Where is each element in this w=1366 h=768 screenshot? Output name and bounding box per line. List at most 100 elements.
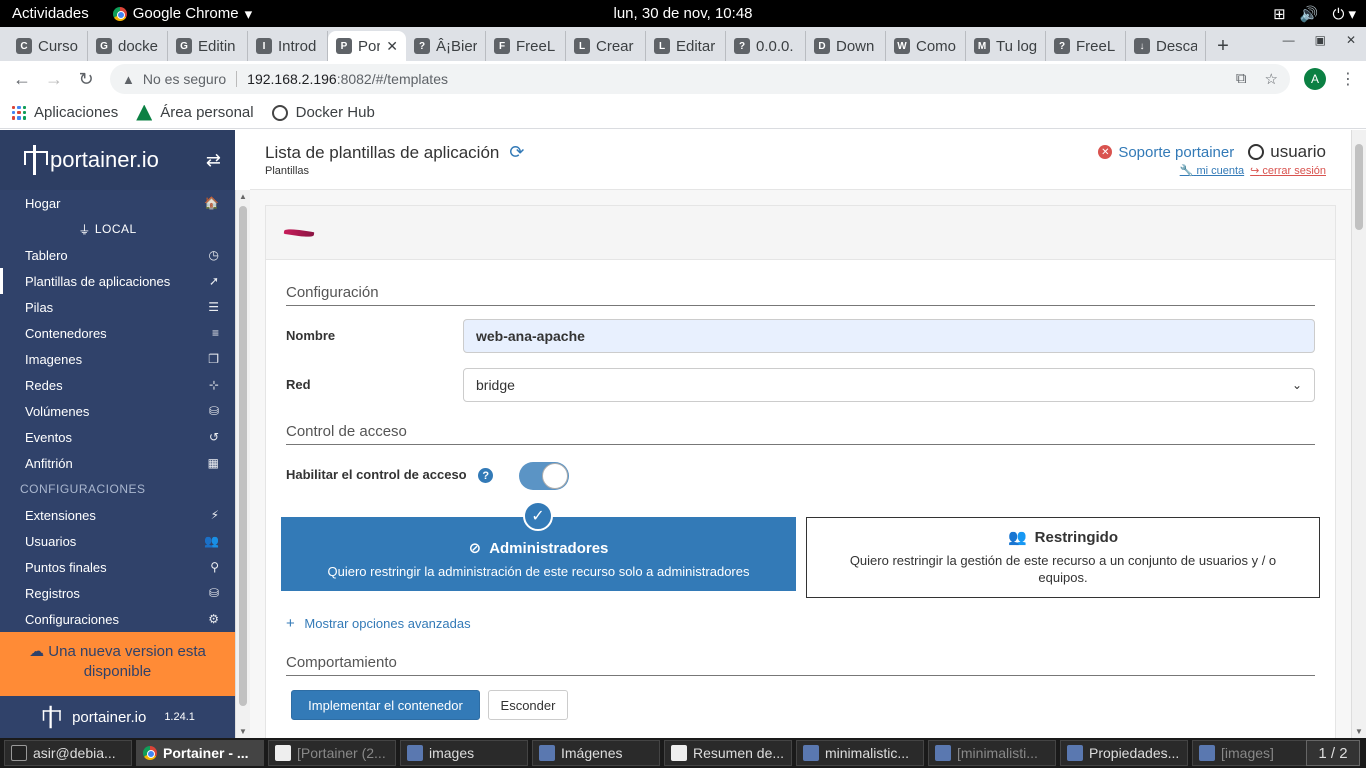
profile-avatar[interactable]: A <box>1304 68 1326 90</box>
refresh-icon[interactable]: ⟳ <box>509 142 524 163</box>
tab-favicon-icon: ? <box>414 38 430 54</box>
browser-tab[interactable]: ? 0.0.0. <box>726 31 806 61</box>
taskbar-item-label: minimalistic... <box>825 745 910 761</box>
sidebar-item-hogar[interactable]: Hogar 🏠 <box>0 190 235 216</box>
url-host: 192.168.2.196 <box>247 71 337 87</box>
browser-tab[interactable]: Gdocke <box>88 31 168 61</box>
tab-favicon-icon: ? <box>1054 38 1070 54</box>
deploy-container-button[interactable]: Implementar el contenedor <box>291 690 480 720</box>
my-account-link[interactable]: 🔧 mi cuenta <box>1180 164 1244 177</box>
network-select[interactable]: bridge ⌄ <box>463 368 1315 402</box>
sidebar-item-contenedores[interactable]: Contenedores ≡ <box>0 320 235 346</box>
browser-tab[interactable]: P Por ✕ <box>328 31 406 61</box>
tab-favicon-icon: ? <box>734 38 750 54</box>
toggle-sidebar-icon[interactable]: ⇄ <box>206 150 221 171</box>
restricted-option[interactable]: 👥 Restringido Quiero restringir la gesti… <box>806 517 1320 598</box>
bookmark-docker-hub[interactable]: Docker Hub <box>271 104 375 121</box>
pilas-icon: ☰ <box>208 300 219 314</box>
app-menu[interactable]: Google Chrome ▾ <box>112 5 252 23</box>
activities-button[interactable]: Actividades <box>12 5 89 22</box>
browser-tab[interactable]: L Editar <box>646 31 726 61</box>
sidebar-item-redes[interactable]: Redes ⊹ <box>0 372 235 398</box>
advanced-options-link[interactable]: + Mostrar opciones avanzadas <box>286 615 471 632</box>
restricted-option-title: Restringido <box>1034 528 1119 546</box>
bookmark-area-personal[interactable]: Área personal <box>136 104 254 121</box>
omnibox[interactable]: ▲ No es seguro 192.168.2.196 :8082/#/tem… <box>110 64 1290 94</box>
browser-tab[interactable]: F FreeL <box>486 31 566 61</box>
portainer-logo[interactable]: portainer.io <box>24 145 159 175</box>
hide-button[interactable]: Esconder <box>488 690 568 720</box>
close-icon[interactable]: ✕ <box>1346 33 1356 47</box>
sidebar-item-pilas[interactable]: Pilas ☰ <box>0 294 235 320</box>
minimize-icon[interactable]: — <box>1283 33 1295 47</box>
bookmarks-bar: Aplicaciones Área personal Docker Hub <box>0 97 1366 129</box>
taskbar-item[interactable]: minimalistic... <box>796 740 924 766</box>
portainer-logo-icon <box>24 145 48 175</box>
update-notice-text: Una nueva version esta disponible <box>48 643 206 680</box>
access-control-toggle[interactable] <box>519 462 569 490</box>
new-tab-button[interactable]: + <box>1206 31 1240 61</box>
browser-tab[interactable]: ↓ Desca <box>1126 31 1206 61</box>
scroll-down-icon[interactable]: ▼ <box>239 727 247 736</box>
scroll-down-icon[interactable]: ▼ <box>1355 727 1363 736</box>
scrollbar-thumb[interactable] <box>239 206 247 706</box>
forward-icon[interactable]: → <box>38 69 70 90</box>
imagenes-icon: ❐ <box>208 352 219 366</box>
taskbar-item[interactable]: asir@debia... <box>4 740 132 766</box>
taskbar-item[interactable]: Imágenes <box>532 740 660 766</box>
taskbar-item[interactable]: [images] <box>1192 740 1320 766</box>
maximize-icon[interactable]: ▣ <box>1315 33 1326 47</box>
sidebar-scrollbar[interactable]: ▲ ▼ <box>235 190 250 738</box>
browser-tab[interactable]: ? Â¡Bier <box>406 31 486 61</box>
workspace-pager[interactable]: 1 / 2 <box>1306 740 1360 766</box>
sidebar-item-tablero[interactable]: Tablero ◷ <box>0 242 235 268</box>
system-tray[interactable]: ⊞ 🔊 ⏻ ▾ <box>1273 5 1356 23</box>
taskbar-item[interactable]: Propiedades... <box>1060 740 1188 766</box>
update-notice[interactable]: ☁ Una nueva version esta disponible <box>0 632 235 696</box>
browser-tab[interactable]: W Como <box>886 31 966 61</box>
sidebar-item-volumenes[interactable]: Volúmenes ⛁ <box>0 398 235 424</box>
back-icon[interactable]: ← <box>6 69 38 90</box>
sidebar-item-imagenes[interactable]: Imagenes ❐ <box>0 346 235 372</box>
translate-icon[interactable]: ⧉ <box>1236 70 1247 88</box>
taskbar-item[interactable]: [minimalisti... <box>928 740 1056 766</box>
browser-tab[interactable]: C Curso <box>8 31 88 61</box>
logout-link[interactable]: ↪ cerrar sesión <box>1250 164 1326 177</box>
reload-icon[interactable]: ↻ <box>70 69 102 90</box>
browser-tab[interactable]: L Crear <box>566 31 646 61</box>
bookmark-apps[interactable]: Aplicaciones <box>12 104 118 121</box>
browser-tab[interactable]: D Down <box>806 31 886 61</box>
browser-tab[interactable]: ? FreeL <box>1046 31 1126 61</box>
browser-tab[interactable]: I Introd <box>248 31 328 61</box>
scrollbar-thumb[interactable] <box>1355 144 1363 230</box>
browser-tab[interactable]: G Editin <box>168 31 248 61</box>
scroll-up-icon[interactable]: ▲ <box>239 192 247 201</box>
taskbar-item[interactable]: Portainer - ... <box>136 740 264 766</box>
administrators-option[interactable]: ✓ ⊘ Administradores Quiero restringir la… <box>281 501 796 591</box>
page-scrollbar[interactable]: ▼ <box>1351 130 1366 738</box>
taskbar-item[interactable]: [Portainer (2... <box>268 740 396 766</box>
contenedores-icon: ≡ <box>211 326 219 340</box>
sidebar-item-extensiones[interactable]: Extensiones ⚡ <box>0 502 235 528</box>
menu-kebab-icon[interactable]: ⋮ <box>1340 69 1356 89</box>
taskbar-item[interactable]: Resumen de... <box>664 740 792 766</box>
question-circle-icon[interactable]: ? <box>478 468 494 484</box>
tab-close-icon[interactable]: ✕ <box>386 38 398 55</box>
sidebar-item-usuarios[interactable]: Usuarios 👥 <box>0 528 235 554</box>
security-label[interactable]: No es seguro <box>143 71 226 87</box>
sidebar-item-registros[interactable]: Registros ⛁ <box>0 580 235 606</box>
support-link[interactable]: ✕ Soporte portainer <box>1098 144 1234 161</box>
bookmark-star-icon[interactable]: ☆ <box>1265 70 1278 88</box>
taskbar-item[interactable]: images <box>400 740 528 766</box>
sidebar-item-configuraciones[interactable]: Configuraciones ⚙ <box>0 606 235 632</box>
sidebar-item-puntos-finales[interactable]: Puntos finales ⚲ <box>0 554 235 580</box>
sidebar-item-label: Configuraciones <box>25 611 119 627</box>
folder-icon <box>1199 745 1215 761</box>
doc-icon <box>275 745 291 761</box>
warning-icon[interactable]: ▲ <box>122 72 135 87</box>
sidebar-item-eventos[interactable]: Eventos ↺ <box>0 424 235 450</box>
sidebar-item-anfitrion[interactable]: Anfitrión ▦ <box>0 450 235 476</box>
browser-tab[interactable]: M Tu log <box>966 31 1046 61</box>
name-input[interactable]: web-ana-apache <box>463 319 1315 353</box>
sidebar-item-plantillas-de-aplicaciones[interactable]: Plantillas de aplicaciones ➚ <box>0 268 235 294</box>
